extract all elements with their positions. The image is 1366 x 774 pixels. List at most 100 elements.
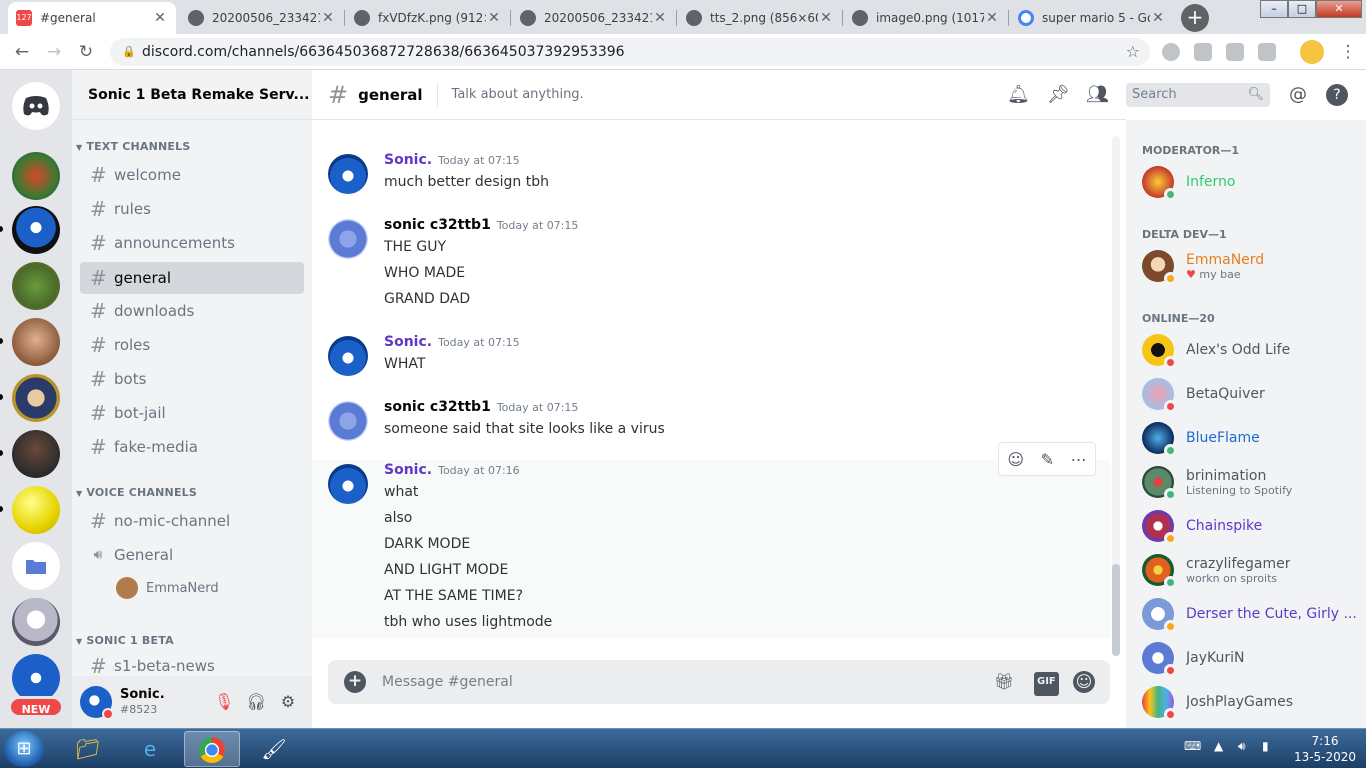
message[interactable]: Sonic. Today at 07:15 much better design …: [328, 152, 1108, 196]
channel-announcements[interactable]: # announcements: [80, 227, 304, 259]
message-author[interactable]: sonic c32ttb1: [384, 217, 491, 233]
help-icon[interactable]: ?: [1326, 84, 1348, 106]
close-tab-icon[interactable]: ✕: [818, 10, 834, 26]
channel-rules[interactable]: # rules: [80, 193, 304, 225]
server-icon[interactable]: [12, 654, 60, 702]
browser-tab[interactable]: super mario 5 - Goo ✕: [1010, 2, 1174, 34]
profile-avatar[interactable]: [1300, 40, 1324, 64]
browser-tab[interactable]: tts_2.png (856×607 ✕: [678, 2, 842, 34]
avatar[interactable]: [328, 154, 368, 194]
avatar[interactable]: [328, 401, 368, 441]
extension-icon[interactable]: [1258, 43, 1276, 61]
member-item[interactable]: brinimation Listening to Spotify: [1142, 462, 1362, 502]
channel-bot-jail[interactable]: # bot-jail: [80, 397, 304, 429]
member-item[interactable]: EmmaNerd ♥ my bae: [1142, 246, 1362, 286]
emoji-icon[interactable]: ☺: [1073, 671, 1095, 693]
gear-icon[interactable]: ⚙: [278, 692, 298, 712]
message-author[interactable]: Sonic.: [384, 462, 432, 478]
back-icon[interactable]: ←: [10, 40, 34, 64]
volume-icon[interactable]: 🔊︎: [1238, 739, 1246, 754]
browser-tab[interactable]: 127 #general ✕: [8, 2, 176, 34]
close-tab-icon[interactable]: ✕: [984, 10, 1000, 26]
member-item[interactable]: Inferno: [1142, 162, 1362, 202]
new-tab-button[interactable]: +: [1181, 4, 1209, 32]
channel-roles[interactable]: # roles: [80, 329, 304, 361]
search-input[interactable]: Search 🔍︎: [1126, 83, 1270, 107]
member-list-icon[interactable]: 👥︎: [1086, 84, 1109, 106]
network-icon[interactable]: ▮: [1262, 739, 1269, 753]
guild-header[interactable]: Sonic 1 Beta Remake Serv... ⌄: [72, 70, 320, 120]
member-item[interactable]: BetaQuiver: [1142, 374, 1362, 414]
discord-home-icon[interactable]: [12, 82, 60, 130]
file-explorer-icon[interactable]: 📁︎: [60, 731, 116, 767]
paint-icon[interactable]: 🖌︎: [246, 731, 302, 767]
forward-icon[interactable]: →: [42, 40, 66, 64]
taskbar-clock[interactable]: 7:16 13-5-2020: [1290, 733, 1360, 765]
scrollbar-thumb[interactable]: [1112, 564, 1120, 656]
maximize-button[interactable]: □: [1288, 0, 1316, 18]
voice-channel-general[interactable]: 🔊︎ General: [80, 539, 304, 571]
browser-menu-icon[interactable]: ⋮: [1336, 40, 1360, 64]
member-item[interactable]: JoshPlayGames: [1142, 682, 1362, 722]
server-icon[interactable]: [12, 598, 60, 646]
close-window-button[interactable]: ✕: [1316, 0, 1362, 18]
internet-explorer-icon[interactable]: e: [122, 731, 178, 767]
user-info[interactable]: Sonic. #8523: [120, 687, 165, 717]
reload-icon[interactable]: ↻: [74, 40, 98, 64]
close-tab-icon[interactable]: ✕: [1150, 10, 1166, 26]
avatar[interactable]: [80, 686, 114, 720]
channel-general[interactable]: # general: [80, 262, 304, 294]
start-button[interactable]: ⊞: [4, 731, 44, 767]
message[interactable]: Sonic. Today at 07:16 what also DARK MODE…: [312, 460, 1110, 638]
mention-icon[interactable]: @: [1287, 84, 1309, 106]
close-tab-icon[interactable]: ✕: [320, 10, 336, 26]
mute-mic-icon[interactable]: 🎙︎: [214, 692, 234, 712]
keyboard-icon[interactable]: ⌨: [1184, 739, 1201, 753]
avatar[interactable]: [328, 219, 368, 259]
browser-tab[interactable]: 20200506_233421.p ✕: [180, 2, 344, 34]
category-text-channels[interactable]: ▼ TEXT CHANNELS: [76, 140, 190, 153]
category-voice-channels[interactable]: ▼ VOICE CHANNELS: [76, 486, 197, 499]
server-icon[interactable]: [12, 430, 60, 478]
channel-fake-media[interactable]: # fake-media: [80, 431, 304, 463]
folder-icon[interactable]: [12, 542, 60, 590]
member-item[interactable]: Alex's Odd Life: [1142, 330, 1362, 370]
tray-expand-icon[interactable]: ▲: [1214, 739, 1223, 753]
address-bar[interactable]: 🔒 discord.com/channels/66364503687272863…: [110, 38, 1150, 66]
gif-button[interactable]: GIF: [1034, 672, 1059, 696]
minimize-button[interactable]: –: [1260, 0, 1288, 18]
pin-icon[interactable]: 📌︎: [1047, 84, 1070, 106]
bookmark-star-icon[interactable]: ☆: [1126, 38, 1140, 66]
edit-icon[interactable]: ✎: [1041, 450, 1054, 469]
member-item[interactable]: BlueFlame: [1142, 418, 1362, 458]
channel-bots[interactable]: # bots: [80, 363, 304, 395]
channel-welcome[interactable]: # welcome: [80, 159, 304, 191]
message[interactable]: sonic c32ttb1 Today at 07:15 THE GUY WHO …: [328, 217, 1108, 313]
more-icon[interactable]: ⋯: [1071, 450, 1087, 469]
close-tab-icon[interactable]: ✕: [152, 10, 168, 26]
server-icon[interactable]: [12, 206, 60, 254]
bell-icon[interactable]: 🔔︎: [1007, 84, 1030, 106]
server-icon[interactable]: [12, 486, 60, 534]
headphones-icon[interactable]: 🎧︎: [246, 692, 266, 712]
member-item[interactable]: JayKuriN: [1142, 638, 1362, 678]
server-icon[interactable]: [12, 374, 60, 422]
member-item[interactable]: Derser the Cute, Girly ...: [1142, 594, 1362, 634]
member-item[interactable]: crazylifegamer workn on sproits: [1142, 550, 1362, 590]
browser-tab[interactable]: fxVDfzK.png (912× ✕: [346, 2, 510, 34]
close-tab-icon[interactable]: ✕: [652, 10, 668, 26]
message-input[interactable]: Message #general: [382, 674, 513, 690]
extension-icon[interactable]: [1162, 43, 1180, 61]
message[interactable]: sonic c32ttb1 Today at 07:15 someone said…: [328, 399, 1108, 443]
channel-no-mic-channel[interactable]: # no-mic-channel: [80, 505, 304, 537]
browser-tab[interactable]: image0.png (1017× ✕: [844, 2, 1008, 34]
extension-icon[interactable]: [1194, 43, 1212, 61]
upload-plus-icon[interactable]: +: [344, 671, 366, 693]
gift-icon[interactable]: 🎁︎: [994, 670, 1014, 694]
category-sonic-1-beta[interactable]: ▼ SONIC 1 BETA: [76, 634, 174, 647]
close-tab-icon[interactable]: ✕: [486, 10, 502, 26]
extension-icon[interactable]: [1226, 43, 1244, 61]
server-icon[interactable]: [12, 262, 60, 310]
avatar[interactable]: [328, 336, 368, 376]
message[interactable]: Sonic. Today at 07:15 WHAT: [328, 334, 1108, 378]
